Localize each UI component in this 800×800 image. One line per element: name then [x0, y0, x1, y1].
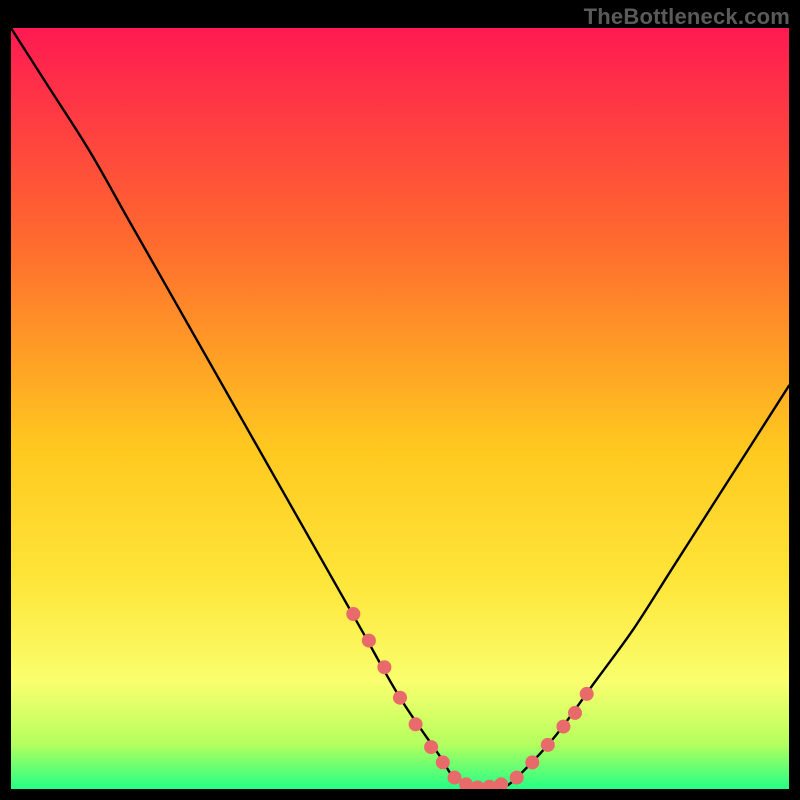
highlight-dot — [436, 755, 450, 769]
plot-area — [11, 28, 789, 789]
chart-frame: TheBottleneck.com — [0, 0, 800, 800]
highlight-dot — [362, 634, 376, 648]
highlight-dot — [424, 740, 438, 754]
highlight-dot — [510, 771, 524, 785]
highlight-dot — [346, 607, 360, 621]
watermark-text: TheBottleneck.com — [584, 4, 790, 30]
highlight-dot — [541, 738, 555, 752]
highlight-dot — [393, 691, 407, 705]
gradient-background — [11, 28, 789, 789]
highlight-dot — [525, 755, 539, 769]
highlight-dot — [409, 717, 423, 731]
highlight-dot — [556, 720, 570, 734]
highlight-dot — [580, 687, 594, 701]
bottleneck-chart — [11, 28, 789, 789]
highlight-dot — [568, 706, 582, 720]
highlight-dot — [377, 660, 391, 674]
